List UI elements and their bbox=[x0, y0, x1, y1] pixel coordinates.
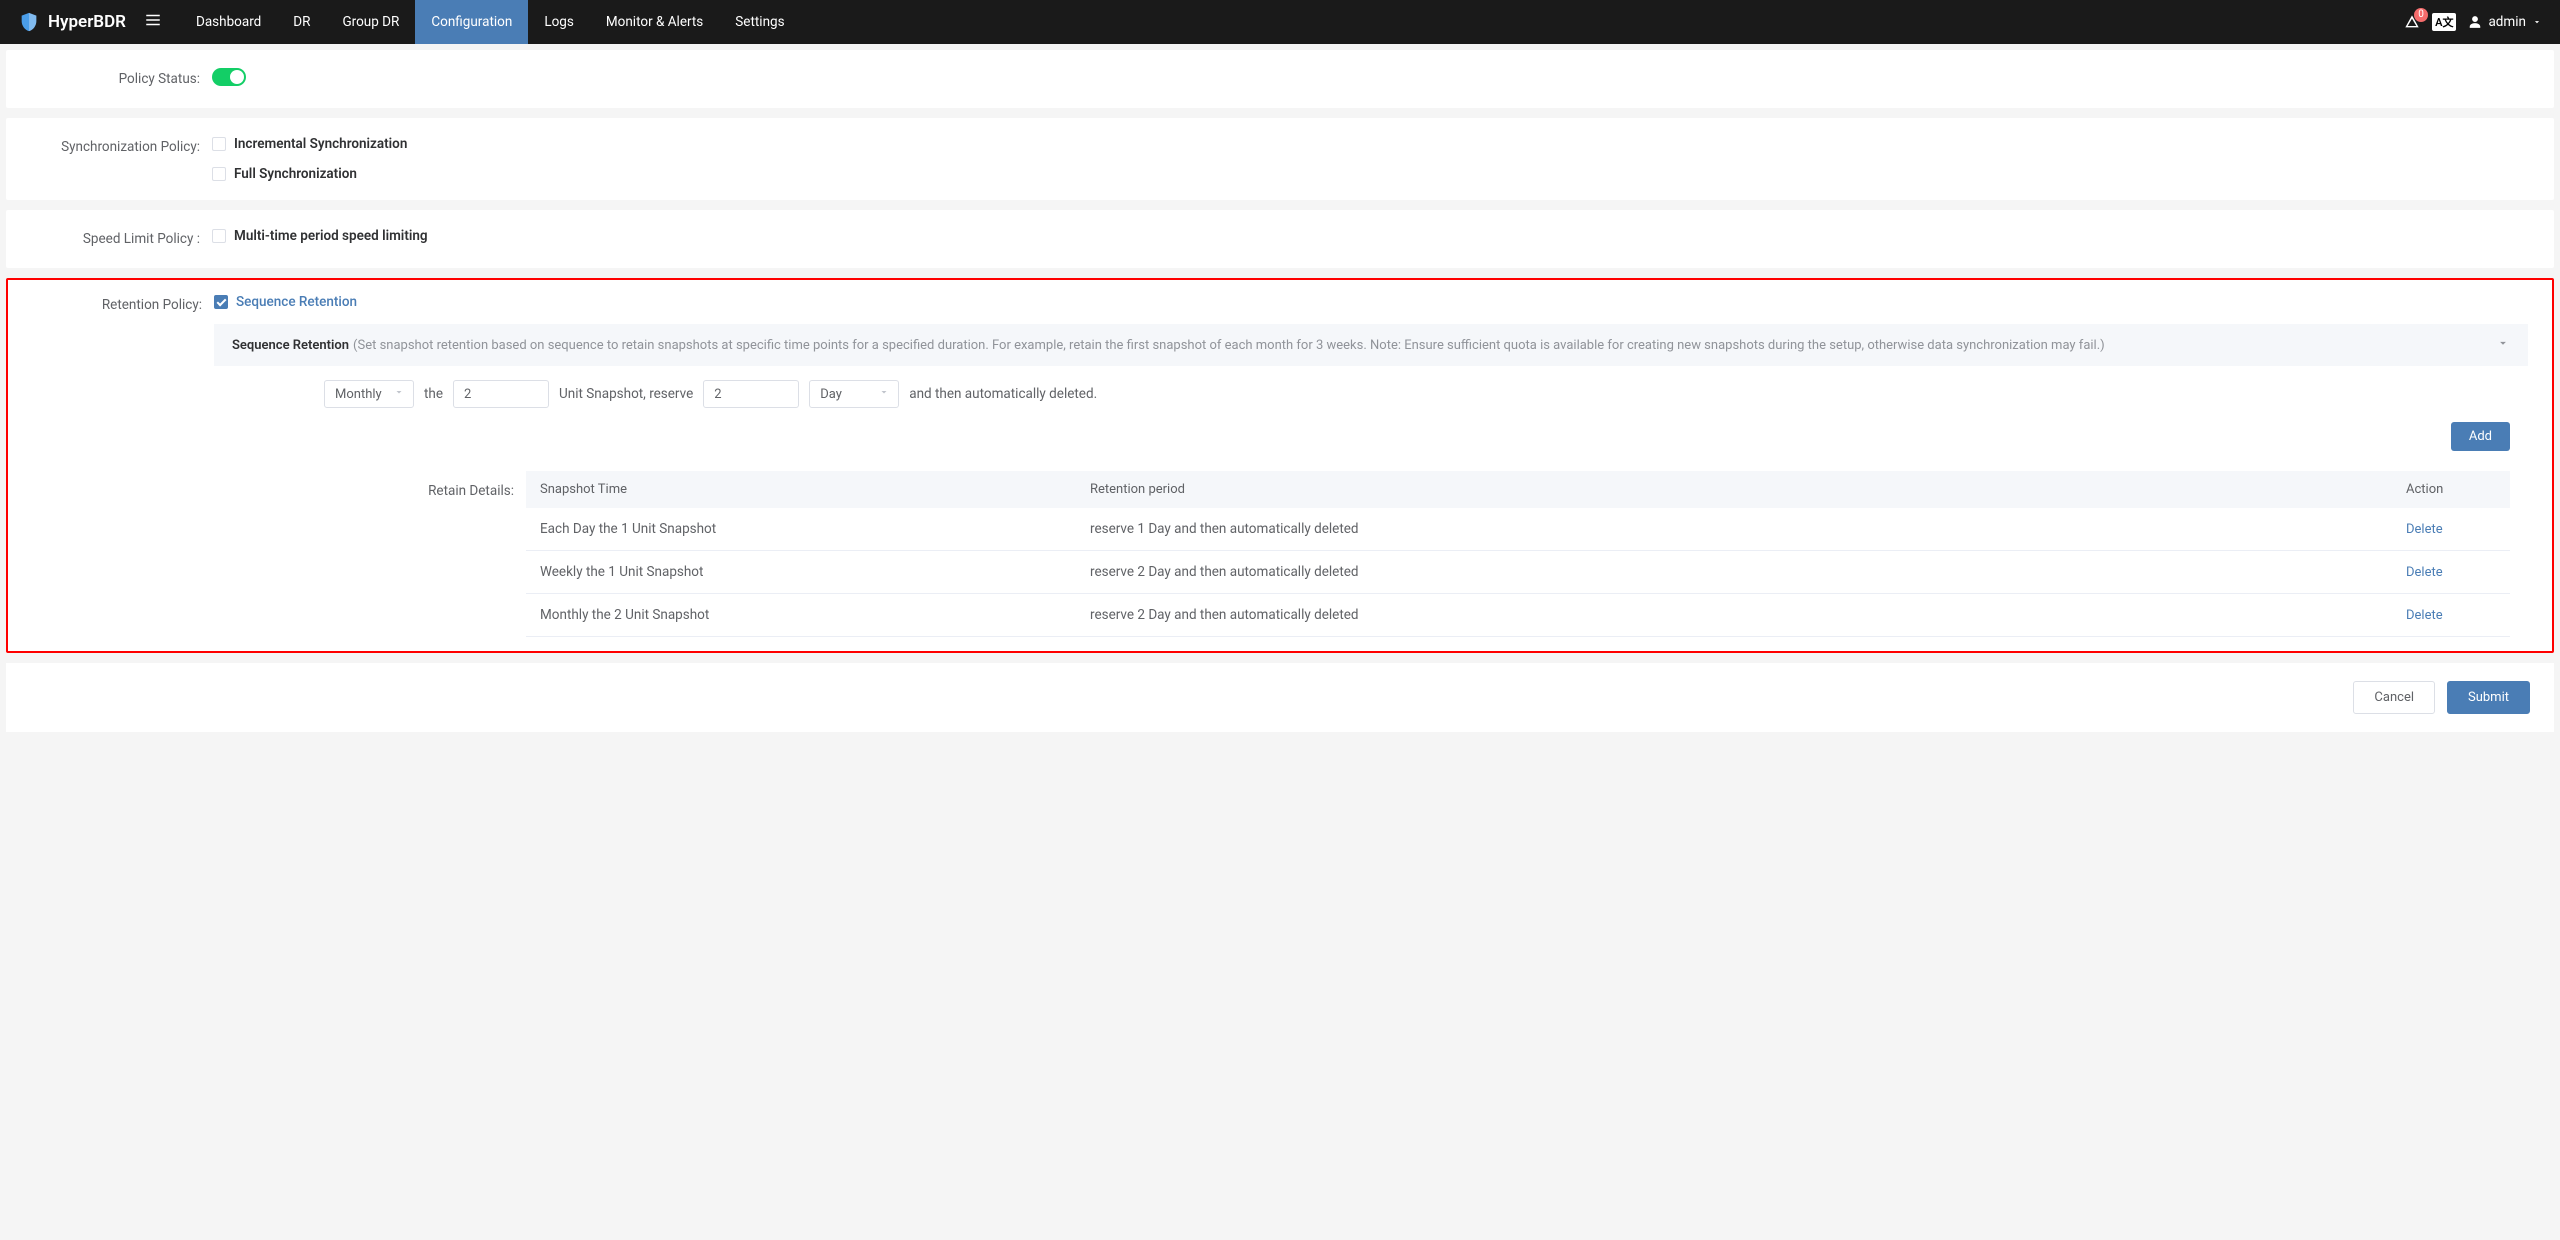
alerts-icon[interactable]: 0 bbox=[2404, 14, 2420, 30]
speed-multi-label: Multi-time period speed limiting bbox=[234, 228, 428, 244]
reserve-input[interactable] bbox=[703, 380, 799, 408]
sync-full-label: Full Synchronization bbox=[234, 166, 357, 182]
nav-group-dr[interactable]: Group DR bbox=[326, 0, 415, 44]
delete-link[interactable]: Delete bbox=[2406, 522, 2443, 537]
cancel-button[interactable]: Cancel bbox=[2353, 681, 2435, 714]
alert-count: 0 bbox=[2414, 8, 2428, 22]
nav-configuration[interactable]: Configuration bbox=[415, 0, 528, 44]
user-name: admin bbox=[2488, 14, 2526, 30]
chevron-down-icon bbox=[393, 386, 405, 402]
chevron-down-icon bbox=[878, 386, 890, 402]
table-header: Snapshot Time Retention period Action bbox=[526, 471, 2510, 508]
checkbox-icon bbox=[212, 137, 226, 151]
app-name: HyperBDR bbox=[48, 12, 126, 32]
speed-limit-panel: Speed Limit Policy : Multi-time period s… bbox=[6, 210, 2554, 268]
footer-actions: Cancel Submit bbox=[6, 663, 2554, 732]
menu-toggle-icon[interactable] bbox=[144, 11, 162, 33]
period-select[interactable]: Day bbox=[809, 380, 899, 408]
cell-snapshot-time: Each Day the 1 Unit Snapshot bbox=[540, 521, 1090, 537]
retain-details: Retain Details: Snapshot Time Retention … bbox=[214, 471, 2528, 637]
topbar-right: 0 A文 admin bbox=[2404, 13, 2542, 31]
table-row: Monthly the 2 Unit Snapshot reserve 2 Da… bbox=[526, 594, 2510, 637]
nav-monitor-alerts[interactable]: Monitor & Alerts bbox=[590, 0, 719, 44]
nav-logs[interactable]: Logs bbox=[528, 0, 590, 44]
sequence-retention-label: Sequence Retention bbox=[236, 294, 357, 310]
table-row: Weekly the 1 Unit Snapshot reserve 2 Day… bbox=[526, 551, 2510, 594]
header-snapshot-time: Snapshot Time bbox=[540, 482, 1090, 497]
retention-highlight: Retention Policy: Sequence Retention Seq… bbox=[6, 278, 2554, 653]
add-button[interactable]: Add bbox=[2451, 422, 2510, 451]
cell-retention-period: reserve 1 Day and then automatically del… bbox=[1090, 521, 2406, 537]
frequency-value: Monthly bbox=[335, 387, 382, 402]
unit-input[interactable] bbox=[453, 380, 549, 408]
policy-status-panel: Policy Status: bbox=[6, 50, 2554, 108]
speed-limit-label: Speed Limit Policy : bbox=[30, 228, 212, 250]
app-logo: HyperBDR bbox=[18, 11, 126, 33]
cell-snapshot-time: Monthly the 2 Unit Snapshot bbox=[540, 607, 1090, 623]
sync-full-option[interactable]: Full Synchronization bbox=[212, 166, 2530, 182]
retention-rule-builder: Monthly the Unit Snapshot, reserve Day bbox=[214, 366, 2528, 408]
retain-details-label: Retain Details: bbox=[214, 471, 526, 511]
language-toggle[interactable]: A文 bbox=[2432, 13, 2456, 31]
retention-description[interactable]: Sequence Retention (Set snapshot retenti… bbox=[214, 324, 2528, 366]
table-row: Each Day the 1 Unit Snapshot reserve 1 D… bbox=[526, 508, 2510, 551]
cell-retention-period: reserve 2 Day and then automatically del… bbox=[1090, 564, 2406, 580]
delete-link[interactable]: Delete bbox=[2406, 608, 2443, 623]
page-body: Policy Status: Synchronization Policy: I… bbox=[0, 44, 2560, 732]
cell-snapshot-time: Weekly the 1 Unit Snapshot bbox=[540, 564, 1090, 580]
header-action: Action bbox=[2406, 482, 2496, 497]
retention-panel: Retention Policy: Sequence Retention Seq… bbox=[6, 278, 2554, 653]
main-nav: Dashboard DR Group DR Configuration Logs… bbox=[180, 0, 801, 44]
user-icon bbox=[2468, 15, 2482, 29]
nav-settings[interactable]: Settings bbox=[719, 0, 800, 44]
policy-status-toggle[interactable] bbox=[212, 68, 246, 86]
nav-dr[interactable]: DR bbox=[277, 0, 326, 44]
delete-link[interactable]: Delete bbox=[2406, 565, 2443, 580]
submit-button[interactable]: Submit bbox=[2447, 681, 2530, 714]
retention-desc-title: Sequence Retention bbox=[232, 338, 349, 353]
chevron-down-icon bbox=[2532, 17, 2542, 27]
retention-policy-label: Retention Policy: bbox=[32, 294, 214, 316]
topbar: HyperBDR Dashboard DR Group DR Configura… bbox=[0, 0, 2560, 44]
nav-dashboard[interactable]: Dashboard bbox=[180, 0, 277, 44]
checkbox-checked-icon bbox=[214, 295, 228, 309]
builder-the: the bbox=[424, 386, 443, 402]
builder-unit-text: Unit Snapshot, reserve bbox=[559, 386, 693, 402]
retention-desc-text: (Set snapshot retention based on sequenc… bbox=[353, 338, 2496, 353]
header-retention-period: Retention period bbox=[1090, 482, 2406, 497]
checkbox-icon bbox=[212, 167, 226, 181]
user-menu[interactable]: admin bbox=[2468, 14, 2542, 30]
builder-tail: and then automatically deleted. bbox=[909, 386, 1097, 402]
chevron-down-icon bbox=[2496, 336, 2510, 354]
frequency-select[interactable]: Monthly bbox=[324, 380, 414, 408]
sync-incremental-option[interactable]: Incremental Synchronization bbox=[212, 136, 2530, 152]
sync-policy-label: Synchronization Policy: bbox=[30, 136, 212, 158]
retain-details-table: Snapshot Time Retention period Action Ea… bbox=[526, 471, 2510, 637]
period-value: Day bbox=[820, 387, 842, 402]
speed-multi-option[interactable]: Multi-time period speed limiting bbox=[212, 228, 2530, 244]
checkbox-icon bbox=[212, 229, 226, 243]
sync-policy-panel: Synchronization Policy: Incremental Sync… bbox=[6, 118, 2554, 200]
cell-retention-period: reserve 2 Day and then automatically del… bbox=[1090, 607, 2406, 623]
sync-incremental-label: Incremental Synchronization bbox=[234, 136, 407, 152]
policy-status-label: Policy Status: bbox=[30, 68, 212, 90]
shield-icon bbox=[18, 11, 40, 33]
sequence-retention-option[interactable]: Sequence Retention bbox=[214, 294, 2528, 310]
